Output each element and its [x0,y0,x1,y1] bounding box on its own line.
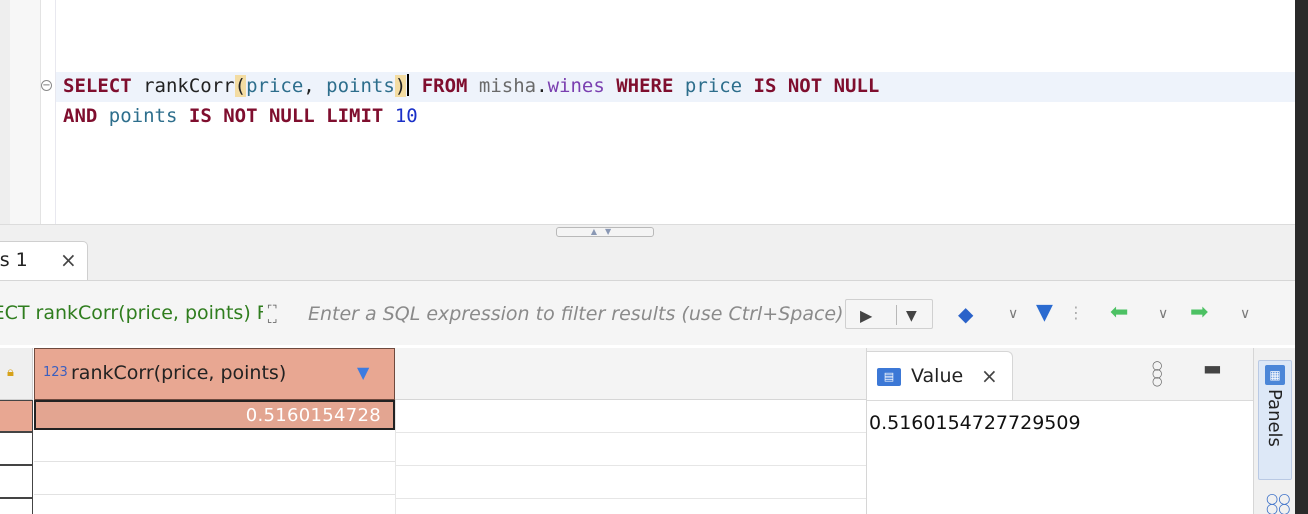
back-arrow-icon[interactable]: ⬅ [1110,300,1128,325]
play-icon[interactable]: ▶ [860,306,872,325]
table-cell[interactable] [34,432,395,462]
lock-icon: 🔒︎ [7,365,14,380]
fold-icon[interactable]: − [41,80,52,91]
tab-results-label: es 1 [0,249,28,271]
filter-icon[interactable]: ▼ [1036,300,1053,325]
tab-value-label: Value [911,365,964,387]
dropdown-icon[interactable]: ▼ [906,308,917,324]
editor-results-splitter[interactable]: ▲▼ [0,224,1295,241]
grid-line [395,465,866,466]
filter-action-group [845,299,933,329]
value-text[interactable]: 0.5160154727729509 [869,412,1081,434]
empty-header-area [395,348,866,400]
app-frame: − SELECT rankCorr(price, points) FROM mi… [0,0,1295,514]
value-panel-tab-bar: ▤ Value × ○ ○ ○ ▬ [867,348,1254,401]
keyword-is-not-null-2: IS NOT NULL [188,105,315,127]
close-icon[interactable]: × [981,364,998,388]
toolbar-separator [896,305,897,325]
keyword-is-not-null: IS NOT NULL [753,75,880,97]
dot: . [536,75,548,97]
panels-button[interactable]: ▦ Panels [1258,360,1292,480]
splitter-handle[interactable]: ▲▼ [556,227,654,237]
line-gutter [10,0,41,224]
eraser-icon[interactable]: ◆ [958,302,973,326]
table-name: wines [547,75,605,97]
limit-value: 10 [394,105,418,127]
tab-results-1[interactable]: es 1 × [0,241,88,280]
editor-left-strip [0,0,10,224]
keyword-limit: LIMIT [326,105,384,127]
table-cell[interactable]: 0.5160154728 [34,400,395,430]
grid-line [395,400,396,514]
chevron-down-icon[interactable]: ∨ [1008,306,1018,322]
row-number[interactable] [0,400,33,432]
schema-name: misha [478,75,537,97]
active-query-label[interactable]: LECT rankCorr(price, points) FROM misha.… [0,302,263,324]
side-toolbar: ▦ Panels ○○ ○○ [1253,348,1295,514]
value-viewer-icon: ▤ [877,368,901,386]
keyword-and: AND [63,105,98,127]
cell-value: 0.5160154728 [245,405,381,426]
code-line-1[interactable]: SELECT rankCorr(price, points) FROM mish… [63,74,879,97]
column-price: price [684,75,743,97]
bracket-close: ) [394,75,407,97]
code-line-2[interactable]: AND points IS NOT NULL LIMIT 10 [63,105,418,127]
menu-icon[interactable]: ○ ○ ○ [1152,359,1162,387]
column-header-label: rankCorr(price, points) [71,362,287,384]
row-number[interactable] [0,498,33,514]
filter-expression-input[interactable]: Enter a SQL expression to filter results… [308,303,856,327]
chevron-down-icon[interactable]: ∨ [1240,306,1250,322]
editor-ruler [55,0,56,224]
grid-line [395,498,866,499]
text-cursor [407,74,410,96]
row-number[interactable] [0,465,33,498]
filter-toolbar: LECT rankCorr(price, points) FROM misha.… [0,281,1295,345]
grid-options-icon[interactable]: ○○ ○○ [1266,492,1290,514]
forward-arrow-icon[interactable]: ➡ [1190,300,1208,325]
chevron-down-icon[interactable]: ∨ [1158,306,1168,322]
minimize-icon[interactable]: ▬ [1203,356,1222,380]
column-points: points [108,105,178,127]
panels-label: Panels [1264,389,1285,447]
keyword-from: FROM [421,75,468,97]
grid-line [395,432,866,433]
table-cell[interactable] [34,465,395,495]
window-border [1295,0,1308,514]
comma: , [303,75,327,97]
numeric-type-icon: 123 [43,365,68,380]
row-number-header: 🔒︎ [0,348,33,400]
function-name: rankCorr [143,75,235,97]
keyword-where: WHERE [616,75,674,97]
bracket-open: ( [234,75,247,97]
keyword-select: SELECT [63,75,132,97]
arg-points: points [326,75,395,97]
expand-icon[interactable]: ⌜⌝ ⌞⌟ [267,304,287,325]
arg-price: price [246,75,304,97]
column-header[interactable]: 123 rankCorr(price, points) ▼ [34,348,395,400]
separator-dots-icon: ⋮ [1068,303,1084,322]
sort-icon[interactable]: ▼ [357,363,369,382]
results-grid: 🔒︎ 123 rankCorr(price, points) ▼ 0.51601… [0,348,866,514]
panels-icon: ▦ [1265,365,1285,385]
close-icon[interactable]: × [60,248,77,272]
results-tab-bar: es 1 × [0,240,1295,281]
value-panel: ▤ Value × ○ ○ ○ ▬ 0.5160154727729509 [866,348,1254,514]
tab-value[interactable]: ▤ Value × [867,351,1013,400]
sql-editor[interactable]: − SELECT rankCorr(price, points) FROM mi… [0,0,1295,224]
table-cell[interactable] [34,498,395,514]
row-number[interactable] [0,432,33,465]
